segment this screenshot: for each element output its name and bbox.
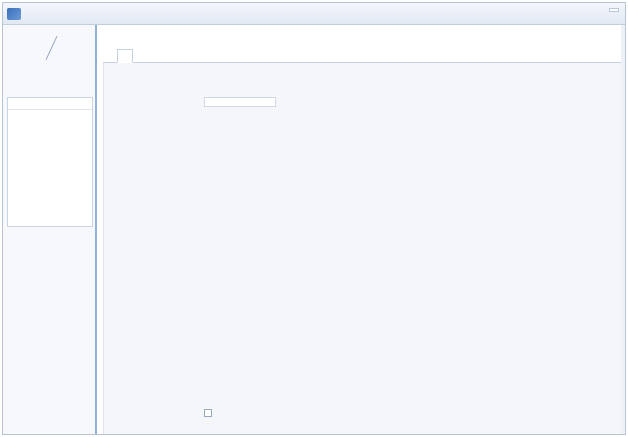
tab-7[interactable] — [189, 49, 203, 63]
app-window — [2, 2, 626, 435]
folder-item[interactable] — [8, 130, 92, 134]
scrollbar[interactable] — [621, 25, 625, 434]
settings-content — [103, 63, 621, 434]
tab-5[interactable] — [161, 49, 175, 63]
tab-9[interactable] — [217, 49, 231, 63]
logo-icon — [7, 8, 21, 20]
checkbox-row[interactable] — [204, 409, 216, 417]
folder-panel — [7, 97, 93, 227]
tab-4[interactable] — [147, 49, 161, 63]
quick-actions — [9, 33, 93, 63]
top-right-actions — [605, 8, 619, 12]
tab-account[interactable] — [117, 49, 133, 63]
divider — [45, 36, 58, 60]
main-area — [99, 25, 625, 434]
account-name-input[interactable] — [204, 97, 276, 107]
tab-general[interactable] — [103, 49, 117, 63]
top-right-button[interactable] — [609, 8, 619, 12]
tab-6[interactable] — [175, 49, 189, 63]
app-logo[interactable] — [7, 7, 67, 21]
left-sidebar — [3, 25, 97, 434]
settings-tabs — [103, 49, 621, 63]
tab-3[interactable] — [133, 49, 147, 63]
folder-panel-tabs — [8, 98, 92, 110]
top-bar — [3, 3, 625, 25]
checkbox[interactable] — [204, 409, 212, 417]
tab-8[interactable] — [203, 49, 217, 63]
tab-10[interactable] — [231, 49, 245, 63]
